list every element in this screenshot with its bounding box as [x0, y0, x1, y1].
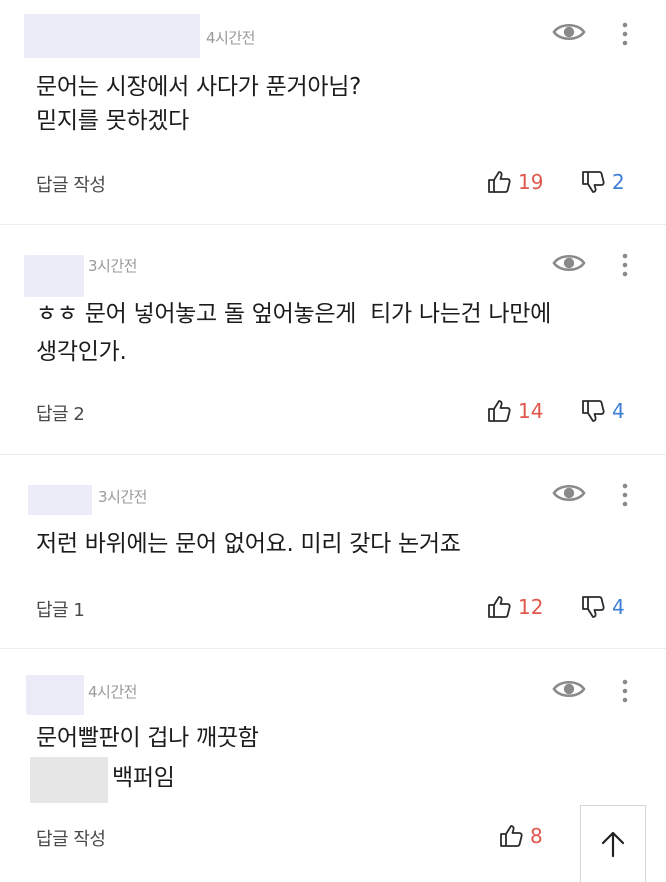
comment-text-line: 믿지를 못하겠다 — [36, 108, 190, 134]
thumbs-down-icon — [582, 596, 605, 618]
eye-icon[interactable] — [552, 677, 586, 701]
dislike-count: 4 — [612, 399, 625, 423]
more-vertical-icon[interactable] — [621, 22, 629, 46]
like-button[interactable]: 8 — [498, 823, 543, 849]
reply-button[interactable]: 답글 2 — [36, 400, 85, 426]
author-name-redacted — [24, 255, 84, 297]
comment-item: 3시간전 ㅎㅎ 문어 넣어놓고 돌 엎어놓은게 티가 나는건 나만에 생각인가.… — [0, 225, 666, 454]
eye-icon[interactable] — [552, 20, 586, 44]
scroll-to-top-button[interactable] — [580, 805, 646, 882]
dislike-count: 2 — [612, 170, 625, 194]
dislike-button[interactable]: 2 — [580, 169, 625, 195]
dislike-button[interactable]: 4 — [580, 398, 625, 424]
thumbs-up-icon — [488, 400, 511, 422]
like-count: 12 — [518, 595, 544, 619]
comment-time: 3시간전 — [98, 488, 147, 506]
thumbs-up-icon — [500, 825, 523, 847]
like-button[interactable]: 14 — [486, 398, 543, 424]
author-name-redacted — [24, 14, 200, 58]
redacted-block — [30, 757, 108, 803]
like-count: 14 — [518, 399, 544, 423]
comment-time: 4시간전 — [88, 683, 137, 701]
reply-button[interactable]: 답글 작성 — [36, 171, 106, 197]
eye-icon[interactable] — [552, 481, 586, 505]
comment-text-line: 문어빨판이 겁나 깨끗함 — [36, 725, 259, 751]
reply-button[interactable]: 답글 작성 — [36, 825, 106, 851]
arrow-up-icon — [601, 831, 625, 858]
comment-time: 4시간전 — [206, 29, 255, 47]
like-button[interactable]: 12 — [486, 594, 543, 620]
thumbs-up-icon — [488, 596, 511, 618]
like-count: 8 — [530, 824, 543, 848]
dislike-count: 4 — [612, 595, 625, 619]
reply-button[interactable]: 답글 1 — [36, 596, 85, 622]
thumbs-down-icon — [582, 400, 605, 422]
more-vertical-icon[interactable] — [621, 679, 629, 703]
comment-item: 4시간전 문어는 시장에서 사다가 푼거아님? 믿지를 못하겠다 답글 작성 1… — [0, 0, 666, 224]
more-vertical-icon[interactable] — [621, 253, 629, 277]
comment-text-line: 생각인가. — [36, 339, 127, 365]
comment-text-line: 저런 바위에는 문어 없어요. 미리 갖다 논거죠 — [36, 531, 461, 557]
thumbs-down-icon — [582, 171, 605, 193]
comment-item: 4시간전 문어빨판이 겁나 깨끗함 백퍼임 답글 작성 8 — [0, 649, 666, 882]
author-name-redacted — [26, 675, 84, 715]
like-count: 19 — [518, 170, 544, 194]
comment-item: 3시간전 저런 바위에는 문어 없어요. 미리 갖다 논거죠 답글 1 12 4 — [0, 455, 666, 648]
dislike-button[interactable]: 4 — [580, 594, 625, 620]
comment-time: 3시간전 — [88, 257, 137, 275]
author-name-redacted — [28, 485, 92, 515]
like-button[interactable]: 19 — [486, 169, 543, 195]
thumbs-up-icon — [488, 171, 511, 193]
comment-text-line: 백퍼임 — [112, 765, 175, 791]
comment-text-line: ㅎㅎ 문어 넣어놓고 돌 엎어놓은게 티가 나는건 나만에 — [36, 301, 552, 327]
comment-text-line: 문어는 시장에서 사다가 푼거아님? — [36, 74, 361, 100]
more-vertical-icon[interactable] — [621, 483, 629, 507]
eye-icon[interactable] — [552, 251, 586, 275]
